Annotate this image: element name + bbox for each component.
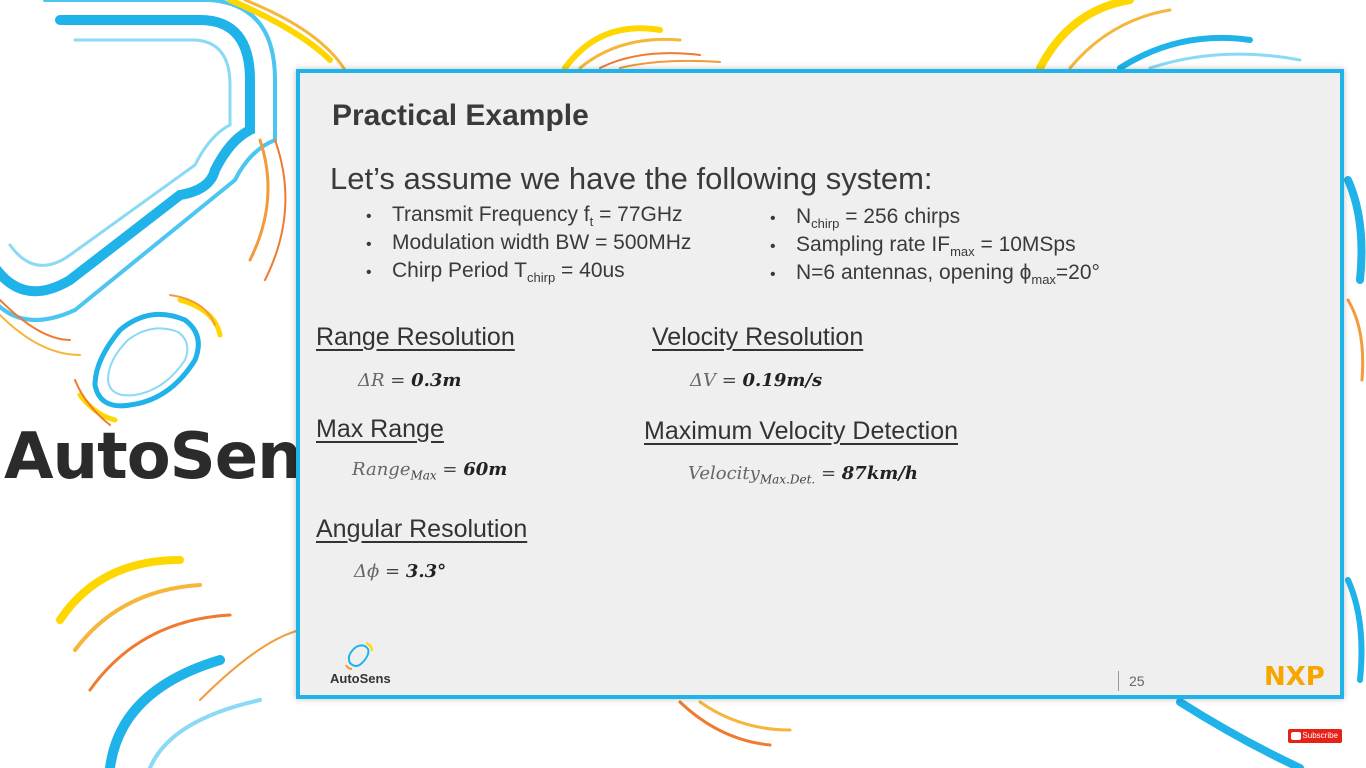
angular-resolution-heading: Angular Resolution — [316, 515, 528, 543]
nxp-logo: NXP — [1264, 663, 1325, 689]
bullet-item: Modulation width BW = 500MHz — [366, 229, 691, 257]
bullet-item: Sampling rate IFmax = 10MSps — [770, 231, 1100, 259]
range-resolution-formula: ΔR = 0.3m — [358, 370, 462, 391]
max-range-formula: RangeMax = 60m — [352, 459, 508, 483]
max-velocity-formula: VelocityMax.Det. = 87km/h — [688, 463, 918, 487]
slide-title: Practical Example — [332, 99, 589, 132]
page-number: 25 — [1118, 671, 1145, 691]
brand-logo-text: AutoSens — [4, 420, 340, 494]
bullet-item: Chirp Period Tchirp = 40us — [366, 257, 691, 285]
system-params-right: Nchirp = 256 chirps Sampling rate IFmax … — [770, 203, 1100, 287]
bullet-item: Transmit Frequency ft = 77GHz — [366, 201, 691, 229]
angular-resolution-formula: Δϕ = 3.3° — [354, 561, 447, 582]
intro-text: Let’s assume we have the following syste… — [330, 161, 933, 196]
velocity-resolution-heading: Velocity Resolution — [652, 323, 864, 351]
velocity-resolution-formula: ΔV = 0.19m/s — [690, 370, 823, 391]
bullet-item: N=6 antennas, opening ϕmax=20° — [770, 259, 1100, 287]
footer-autosens-logo: AutoSens — [328, 641, 398, 691]
car-outline-icon — [345, 642, 373, 670]
system-params-left: Transmit Frequency ft = 77GHz Modulation… — [366, 201, 691, 285]
range-resolution-heading: Range Resolution — [316, 323, 515, 351]
footer-logo-text: AutoSens — [330, 671, 391, 686]
max-range-heading: Max Range — [316, 415, 444, 443]
max-velocity-heading: Maximum Velocity Detection — [644, 417, 959, 445]
svg-text:NXP: NXP — [1264, 663, 1325, 689]
bullet-item: Nchirp = 256 chirps — [770, 203, 1100, 231]
slide-frame: Practical Example Let’s assume we have t… — [296, 69, 1344, 699]
subscribe-button[interactable]: Subscribe — [1288, 729, 1342, 743]
youtube-icon — [1291, 732, 1301, 740]
